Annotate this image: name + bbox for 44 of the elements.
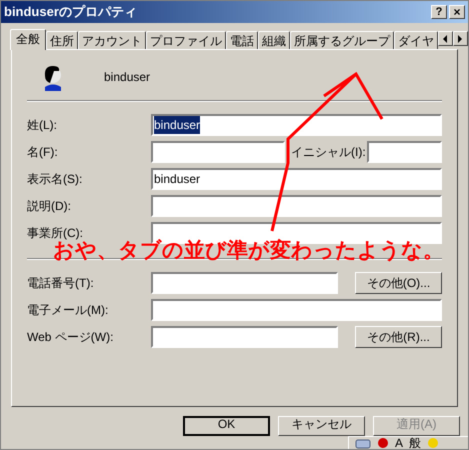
right-arrow-icon (458, 34, 463, 42)
field-label: 説明(D): (27, 198, 72, 215)
tab[interactable]: プロファイル (146, 31, 226, 49)
field-value: binduser (154, 116, 200, 134)
text-field[interactable] (151, 195, 442, 217)
help-button[interactable]: ? (431, 5, 447, 19)
field-label: 名(F): (27, 144, 59, 161)
field-label: 電話番号(T): (27, 275, 95, 292)
text-field[interactable]: binduser (151, 114, 442, 136)
keyboard-icon (355, 438, 371, 448)
tab[interactable]: 組織 (258, 31, 290, 49)
tab[interactable]: アカウント (78, 31, 146, 49)
text-field[interactable] (151, 299, 442, 321)
text-field[interactable] (151, 141, 285, 163)
user-icon (42, 63, 64, 91)
tab[interactable]: 全般 (10, 29, 46, 50)
text-field[interactable] (151, 272, 338, 294)
field-label: Web ページ(W): (27, 329, 114, 346)
dialog-button[interactable]: キャンセル (278, 416, 365, 436)
window-title: binduserのプロパティ (4, 3, 138, 22)
text-field[interactable]: binduser (151, 168, 442, 190)
field-value: binduser (154, 171, 200, 188)
tab[interactable]: 所属するグループ (290, 31, 394, 49)
text-field[interactable] (151, 326, 338, 348)
more-button[interactable]: その他(R)... (355, 326, 442, 348)
dialog-button[interactable]: OK (183, 416, 270, 436)
close-button[interactable]: × (449, 5, 465, 19)
text-field[interactable] (367, 141, 442, 163)
field-label: 表示名(S): (27, 171, 84, 188)
ball-icon (377, 437, 389, 449)
tab[interactable]: 電話 (226, 31, 258, 49)
tab[interactable]: ダイヤ (394, 31, 438, 49)
field-label: 電子メール(M): (27, 302, 110, 319)
left-arrow-icon (443, 34, 448, 42)
annotation-text: おや、タブの並び準が変わったような。 (53, 240, 444, 261)
scroll-left-button[interactable] (438, 31, 453, 46)
ime-input-mode: 般 (409, 437, 422, 449)
user-name: binduser (104, 69, 150, 86)
field-label: 姓(L): (27, 117, 58, 134)
more-button[interactable]: その他(O)... (355, 272, 442, 294)
tab[interactable]: 住所 (46, 31, 78, 49)
ime-mode: A (395, 437, 404, 449)
field-label: 事業所(C): (27, 225, 84, 241)
scroll-right-button[interactable] (453, 31, 468, 46)
